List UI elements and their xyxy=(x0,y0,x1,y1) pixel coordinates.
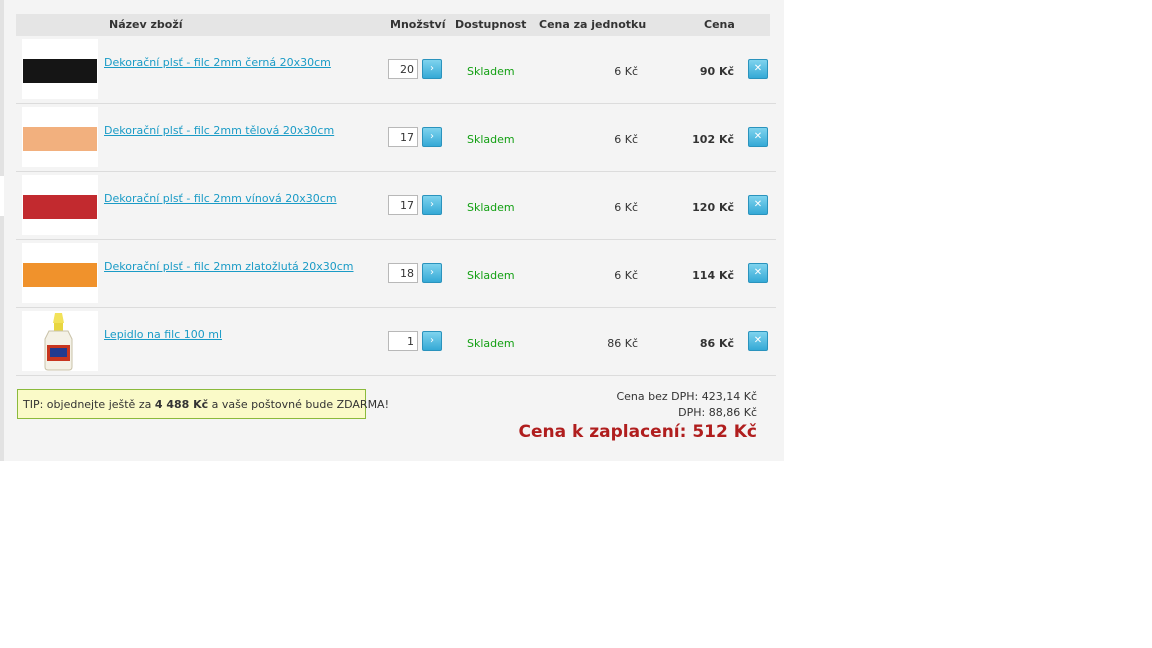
chevron-right-icon: › xyxy=(430,63,434,74)
cart-table-header: Název zboží Množství Dostupnost Cena za … xyxy=(16,14,770,36)
felt-swatch xyxy=(23,195,97,219)
product-link[interactable]: Dekorační plsť - filc 2mm zlatožlutá 20x… xyxy=(104,260,354,273)
update-quantity-button[interactable]: › xyxy=(422,331,442,351)
row-price: 120 Kč xyxy=(692,201,734,214)
chevron-right-icon: › xyxy=(430,335,434,346)
product-link[interactable]: Dekorační plsť - filc 2mm černá 20x30cm xyxy=(104,56,331,69)
total-to-pay: Cena k zaplacení: 512 Kč xyxy=(518,422,757,442)
product-thumbnail[interactable] xyxy=(22,107,98,167)
price-without-vat: Cena bez DPH: 423,14 Kč xyxy=(616,390,757,403)
product-thumbnail[interactable] xyxy=(22,175,98,235)
unit-price: 6 Kč xyxy=(614,201,638,214)
remove-item-button[interactable]: ✕ xyxy=(748,127,768,147)
availability-status: Skladem xyxy=(467,65,515,78)
availability-status: Skladem xyxy=(467,337,515,350)
unit-price: 6 Kč xyxy=(614,133,638,146)
close-icon: ✕ xyxy=(753,199,763,210)
felt-swatch xyxy=(23,263,97,287)
remove-item-button[interactable]: ✕ xyxy=(748,59,768,79)
free-shipping-tip: TIP: objednejte ještě za 4 488 Kč a vaše… xyxy=(17,389,389,419)
header-name: Název zboží xyxy=(109,18,183,31)
cart-row: Dekorační plsť - filc 2mm vínová 20x30cm… xyxy=(16,172,776,240)
quantity-input[interactable]: 17 xyxy=(388,195,418,215)
availability-status: Skladem xyxy=(467,201,515,214)
close-icon: ✕ xyxy=(753,63,763,74)
availability-status: Skladem xyxy=(467,133,515,146)
unit-price: 6 Kč xyxy=(614,65,638,78)
unit-price: 6 Kč xyxy=(614,269,638,282)
update-quantity-button[interactable]: › xyxy=(422,263,442,283)
product-link[interactable]: Dekorační plsť - filc 2mm tělová 20x30cm xyxy=(104,124,334,137)
felt-swatch xyxy=(23,127,97,151)
remove-item-button[interactable]: ✕ xyxy=(748,263,768,283)
tip-suffix: a vaše poštovné bude ZDARMA! xyxy=(208,398,389,411)
quantity-input[interactable]: 1 xyxy=(388,331,418,351)
header-availability: Dostupnost xyxy=(455,18,527,31)
product-thumbnail[interactable] xyxy=(22,39,98,99)
tip-amount: 4 488 Kč xyxy=(154,398,209,411)
vat-amount: DPH: 88,86 Kč xyxy=(678,406,757,419)
close-icon: ✕ xyxy=(753,267,763,278)
cart-row: Lepidlo na filc 100 ml 1 › Skladem 86 Kč… xyxy=(16,308,776,376)
chevron-right-icon: › xyxy=(430,131,434,142)
quantity-input[interactable]: 18 xyxy=(388,263,418,283)
chevron-right-icon: › xyxy=(430,199,434,210)
product-thumbnail[interactable] xyxy=(22,243,98,303)
cart-panel: Název zboží Množství Dostupnost Cena za … xyxy=(4,0,784,461)
glue-bottle-icon xyxy=(44,313,73,371)
header-quantity: Množství xyxy=(390,18,446,31)
header-price: Cena xyxy=(704,18,735,31)
cart-row: Dekorační plsť - filc 2mm tělová 20x30cm… xyxy=(16,104,776,172)
update-quantity-button[interactable]: › xyxy=(422,127,442,147)
update-quantity-button[interactable]: › xyxy=(422,59,442,79)
product-link[interactable]: Dekorační plsť - filc 2mm vínová 20x30cm xyxy=(104,192,337,205)
product-link[interactable]: Lepidlo na filc 100 ml xyxy=(104,328,222,341)
close-icon: ✕ xyxy=(753,335,763,346)
cart-row: Dekorační plsť - filc 2mm zlatožlutá 20x… xyxy=(16,240,776,308)
unit-price: 86 Kč xyxy=(607,337,638,350)
tip-prefix: TIP: objednejte ještě za xyxy=(23,398,155,411)
remove-item-button[interactable]: ✕ xyxy=(748,331,768,351)
availability-status: Skladem xyxy=(467,269,515,282)
row-price: 114 Kč xyxy=(692,269,734,282)
row-price: 90 Kč xyxy=(699,65,734,78)
chevron-right-icon: › xyxy=(430,267,434,278)
row-price: 102 Kč xyxy=(692,133,734,146)
product-thumbnail[interactable] xyxy=(22,311,98,371)
row-price: 86 Kč xyxy=(699,337,734,350)
update-quantity-button[interactable]: › xyxy=(422,195,442,215)
quantity-input[interactable]: 17 xyxy=(388,127,418,147)
quantity-input[interactable]: 20 xyxy=(388,59,418,79)
close-icon: ✕ xyxy=(753,131,763,142)
felt-swatch xyxy=(23,59,97,83)
remove-item-button[interactable]: ✕ xyxy=(748,195,768,215)
header-unit-price: Cena za jednotku xyxy=(539,18,647,31)
cart-row: Dekorační plsť - filc 2mm černá 20x30cm … xyxy=(16,36,776,104)
